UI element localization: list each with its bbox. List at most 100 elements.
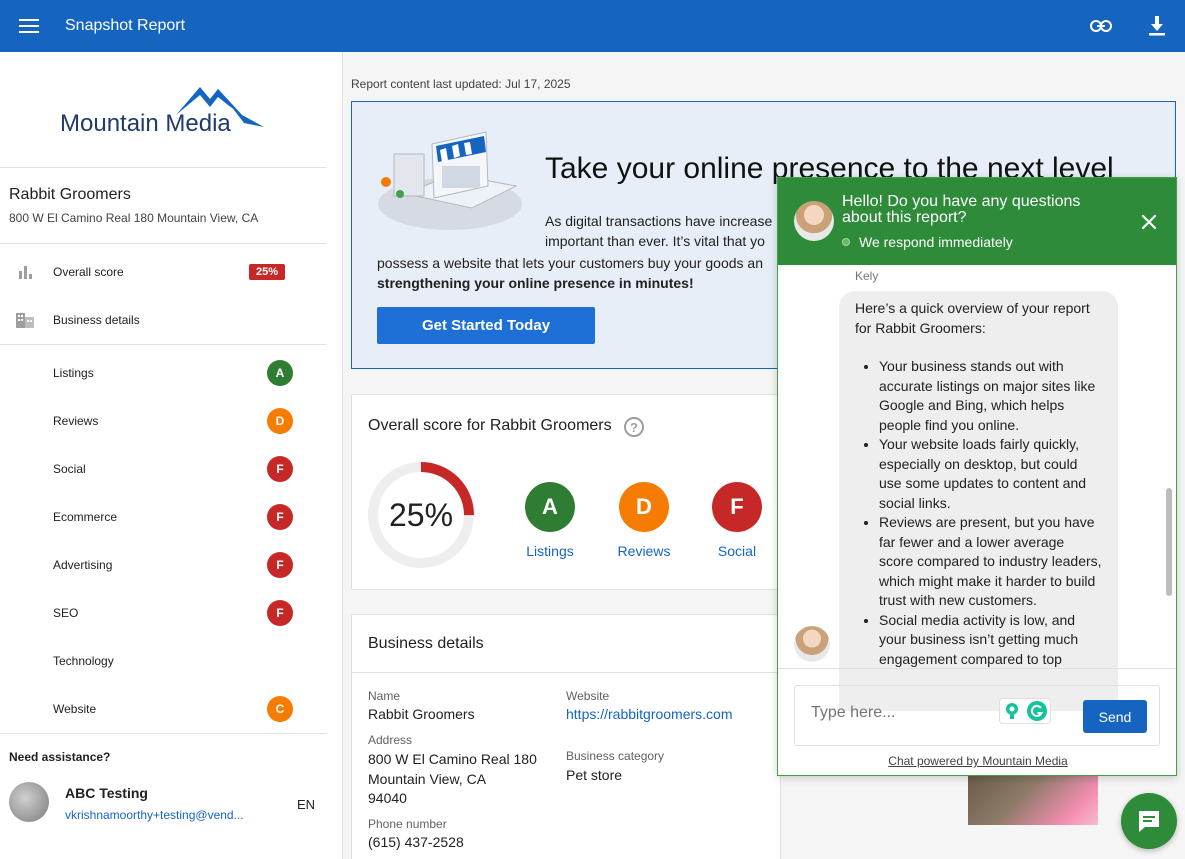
- overall-score-card: Overall score for Rabbit Groomers ? 25% …: [351, 394, 781, 590]
- chat-scrollbar[interactable]: [1166, 488, 1172, 596]
- nav-business-details[interactable]: Business details: [0, 296, 326, 344]
- message-bullet: Reviews are present, but you have far fe…: [879, 513, 1102, 611]
- grade-badge: D: [267, 408, 293, 434]
- nav-label: Business details: [53, 313, 140, 327]
- grade-circle-reviews[interactable]: D: [619, 482, 669, 532]
- nav-technology[interactable]: Technology: [0, 637, 326, 685]
- nav-social[interactable]: Social F: [0, 445, 326, 493]
- page-title: Snapshot Report: [65, 17, 186, 34]
- close-icon[interactable]: [1138, 211, 1160, 233]
- last-updated-label: Report content last updated:: [351, 77, 502, 91]
- nav-overall-score[interactable]: Overall score 25%: [0, 248, 326, 296]
- nav-website[interactable]: Website C: [0, 685, 326, 733]
- lightbulb-icon: [1005, 703, 1018, 719]
- address-line: Mountain View, CA: [368, 770, 487, 787]
- business-address: 800 W El Camino Real 180 Mountain View, …: [9, 211, 259, 225]
- grammarly-widget[interactable]: [999, 698, 1051, 724]
- chat-message-input[interactable]: [811, 704, 991, 722]
- chat-greeting: Hello! Do you have any questions about t…: [842, 193, 1081, 226]
- contact-email-link[interactable]: vkrishnamoorthy+testing@vend...: [65, 808, 244, 822]
- storefront-illustration: [378, 131, 522, 230]
- chat-bubble-icon: [1139, 811, 1159, 832]
- address-line: 94040: [368, 790, 407, 806]
- menu-button[interactable]: [0, 0, 58, 52]
- grade-badge: A: [267, 360, 293, 386]
- grade-badge: F: [267, 600, 293, 626]
- phone-label: Phone number: [368, 817, 447, 831]
- message-bullets: Your business stands out with accurate l…: [855, 357, 1102, 669]
- name-label: Name: [368, 689, 401, 703]
- business-details-card: Business details Name Rabbit Groomers Ad…: [351, 614, 782, 859]
- promo-text-bottom: possess a website that lets your custome…: [377, 253, 777, 293]
- nav-reviews[interactable]: Reviews D: [0, 397, 326, 445]
- download-button[interactable]: [1129, 0, 1185, 52]
- chat-status: We respond immediately: [842, 234, 1013, 250]
- overall-score-badge: 25%: [249, 264, 286, 280]
- grade-link-reviews[interactable]: Reviews: [604, 543, 684, 559]
- nav-listings[interactable]: Listings A: [0, 349, 326, 397]
- grade-link-social[interactable]: Social: [697, 543, 777, 559]
- address-label: Address: [368, 733, 413, 747]
- chat-launcher-button[interactable]: [1121, 793, 1177, 849]
- address-value: 800 W El Camino Real 180 Mountain View, …: [368, 750, 537, 809]
- nav-label: SEO: [53, 606, 79, 620]
- link-icon: [1090, 20, 1112, 32]
- nav-label: Advertising: [53, 558, 113, 572]
- agent-avatar: [794, 201, 834, 241]
- get-started-button[interactable]: Get Started Today: [377, 307, 595, 344]
- nav-label: Ecommerce: [53, 510, 118, 524]
- divider: [0, 243, 326, 244]
- divider: [0, 344, 326, 345]
- divider: [352, 672, 782, 673]
- download-icon: [1149, 16, 1165, 36]
- nav-label: Reviews: [53, 414, 99, 428]
- nav-seo[interactable]: SEO F: [0, 589, 326, 637]
- message-bullet: Your business stands out with accurate l…: [879, 357, 1102, 435]
- top-app-bar: Snapshot Report: [0, 0, 1185, 52]
- grade-badge: F: [267, 456, 293, 482]
- chat-widget: Hello! Do you have any questions about t…: [777, 177, 1177, 776]
- language-selector[interactable]: EN: [297, 797, 315, 812]
- message-bullet: Your website loads fairly quickly, espec…: [879, 435, 1102, 513]
- last-updated-date: Jul 17, 2025: [505, 77, 571, 91]
- divider: [778, 668, 1176, 669]
- chat-message: Here’s a quick overview of your report f…: [839, 291, 1118, 711]
- nav-ecommerce[interactable]: Ecommerce F: [0, 493, 326, 541]
- grade-circle-social[interactable]: F: [712, 482, 762, 532]
- help-icon[interactable]: ?: [624, 417, 644, 437]
- hamburger-icon: [19, 19, 39, 33]
- online-status-icon: [842, 238, 850, 246]
- building-icon: [16, 311, 34, 329]
- agent-avatar-small: [794, 626, 830, 662]
- contact-name: ABC Testing: [65, 785, 148, 801]
- chat-header: Hello! Do you have any questions about t…: [778, 178, 1176, 265]
- divider: [0, 733, 326, 734]
- website-label: Website: [566, 689, 610, 703]
- grade-circle-listings[interactable]: A: [525, 482, 575, 532]
- score-card-title: Overall score for Rabbit Groomers: [368, 417, 612, 434]
- send-button[interactable]: Send: [1083, 700, 1147, 733]
- mountain-media-logo: Mountain Media: [60, 86, 264, 137]
- nav-label: Overall score: [53, 265, 124, 279]
- grade-link-listings[interactable]: Listings: [510, 543, 590, 559]
- category-value: Pet store: [566, 767, 623, 783]
- address-line: 800 W El Camino Real 180: [368, 751, 537, 767]
- name-value: Rabbit Groomers: [368, 706, 475, 722]
- grade-badge: F: [267, 504, 293, 530]
- promo-line-bold: strengthening your online presence in mi…: [377, 275, 694, 291]
- grade-badge: F: [267, 552, 293, 578]
- grade-badge: C: [267, 696, 293, 722]
- nav-label: Social: [53, 462, 86, 476]
- nav-advertising[interactable]: Advertising F: [0, 541, 326, 589]
- phone-value: (615) 437-2528: [368, 834, 464, 850]
- chat-composer: Send: [794, 685, 1160, 746]
- nav-label: Website: [53, 702, 97, 716]
- website-link[interactable]: https://rabbitgroomers.com: [566, 705, 733, 725]
- details-card-title: Business details: [368, 635, 484, 652]
- contact-avatar: [9, 782, 49, 822]
- copy-link-button[interactable]: [1073, 0, 1129, 52]
- powered-by-link[interactable]: Chat powered by Mountain Media: [778, 754, 1176, 768]
- promo-line: possess a website that lets your custome…: [377, 255, 763, 271]
- company-logo: Mountain Media: [0, 52, 326, 168]
- sidebar: Mountain Media Rabbit Groomers 800 W El …: [0, 52, 343, 859]
